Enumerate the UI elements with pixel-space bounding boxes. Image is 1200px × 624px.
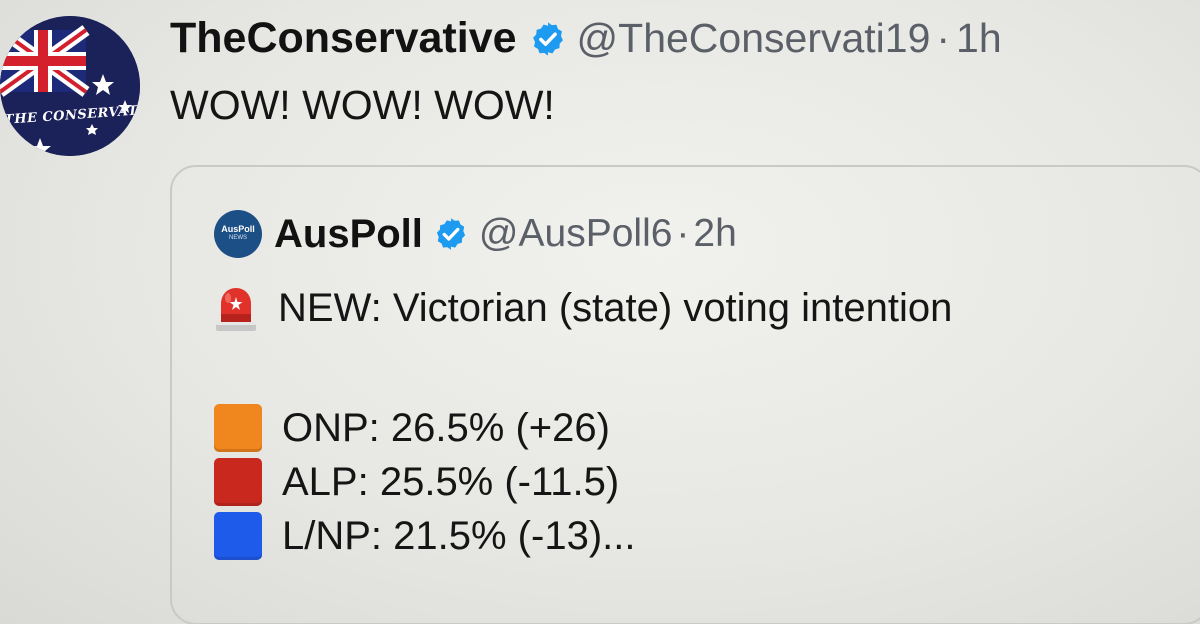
tweet-header: TheConservative @TheConservati19 · 1h [170,14,1002,63]
quoted-avatar[interactable]: AusPoll NEWS [214,210,262,258]
quoted-avatar-subtext: NEWS [229,235,247,241]
tweet-text: WOW! WOW! WOW! [170,82,555,128]
result-text: ONP: 26.5% (+26) [282,405,610,450]
poll-results: ONP: 26.5% (+26) ALP: 25.5% (-11.5) L/NP… [214,401,635,563]
quoted-tweet-card[interactable]: AusPoll NEWS AusPoll @AusPoll6 · 2h NEW:… [170,165,1200,624]
rotating-light-icon [216,288,256,331]
quoted-display-name[interactable]: AusPoll [274,212,423,257]
blue-square-icon [214,512,262,560]
result-text: ALP: 25.5% (-11.5) [282,459,620,504]
separator-dot: · [676,212,690,255]
verified-badge-icon [436,218,466,250]
result-row: ALP: 25.5% (-11.5) [214,455,635,509]
red-square-icon [214,458,262,506]
quoted-timestamp[interactable]: 2h [693,212,736,256]
headline-text: NEW: Victorian (state) voting intention [278,285,953,330]
separator-dot: · [936,15,951,61]
quoted-headline: NEW: Victorian (state) voting intention [214,284,952,332]
timestamp[interactable]: 1h [956,15,1002,62]
result-text: L/NP: 21.5% (-13)... [282,513,636,558]
quoted-tweet-header: AusPoll NEWS AusPoll @AusPoll6 · 2h [214,210,737,258]
result-row: L/NP: 21.5% (-13)... [214,509,635,563]
australian-flag-icon [0,16,140,156]
orange-square-icon [214,404,262,452]
result-row: ONP: 26.5% (+26) [214,401,635,455]
display-name[interactable]: TheConservative [170,14,517,63]
handle[interactable]: @TheConservati19 [577,15,931,62]
verified-badge-icon [532,21,563,56]
quoted-avatar-text: AusPoll [221,224,255,234]
profile-avatar[interactable]: THE CONSERVATIV [0,16,140,156]
quoted-handle[interactable]: @AusPoll6 [479,212,673,256]
